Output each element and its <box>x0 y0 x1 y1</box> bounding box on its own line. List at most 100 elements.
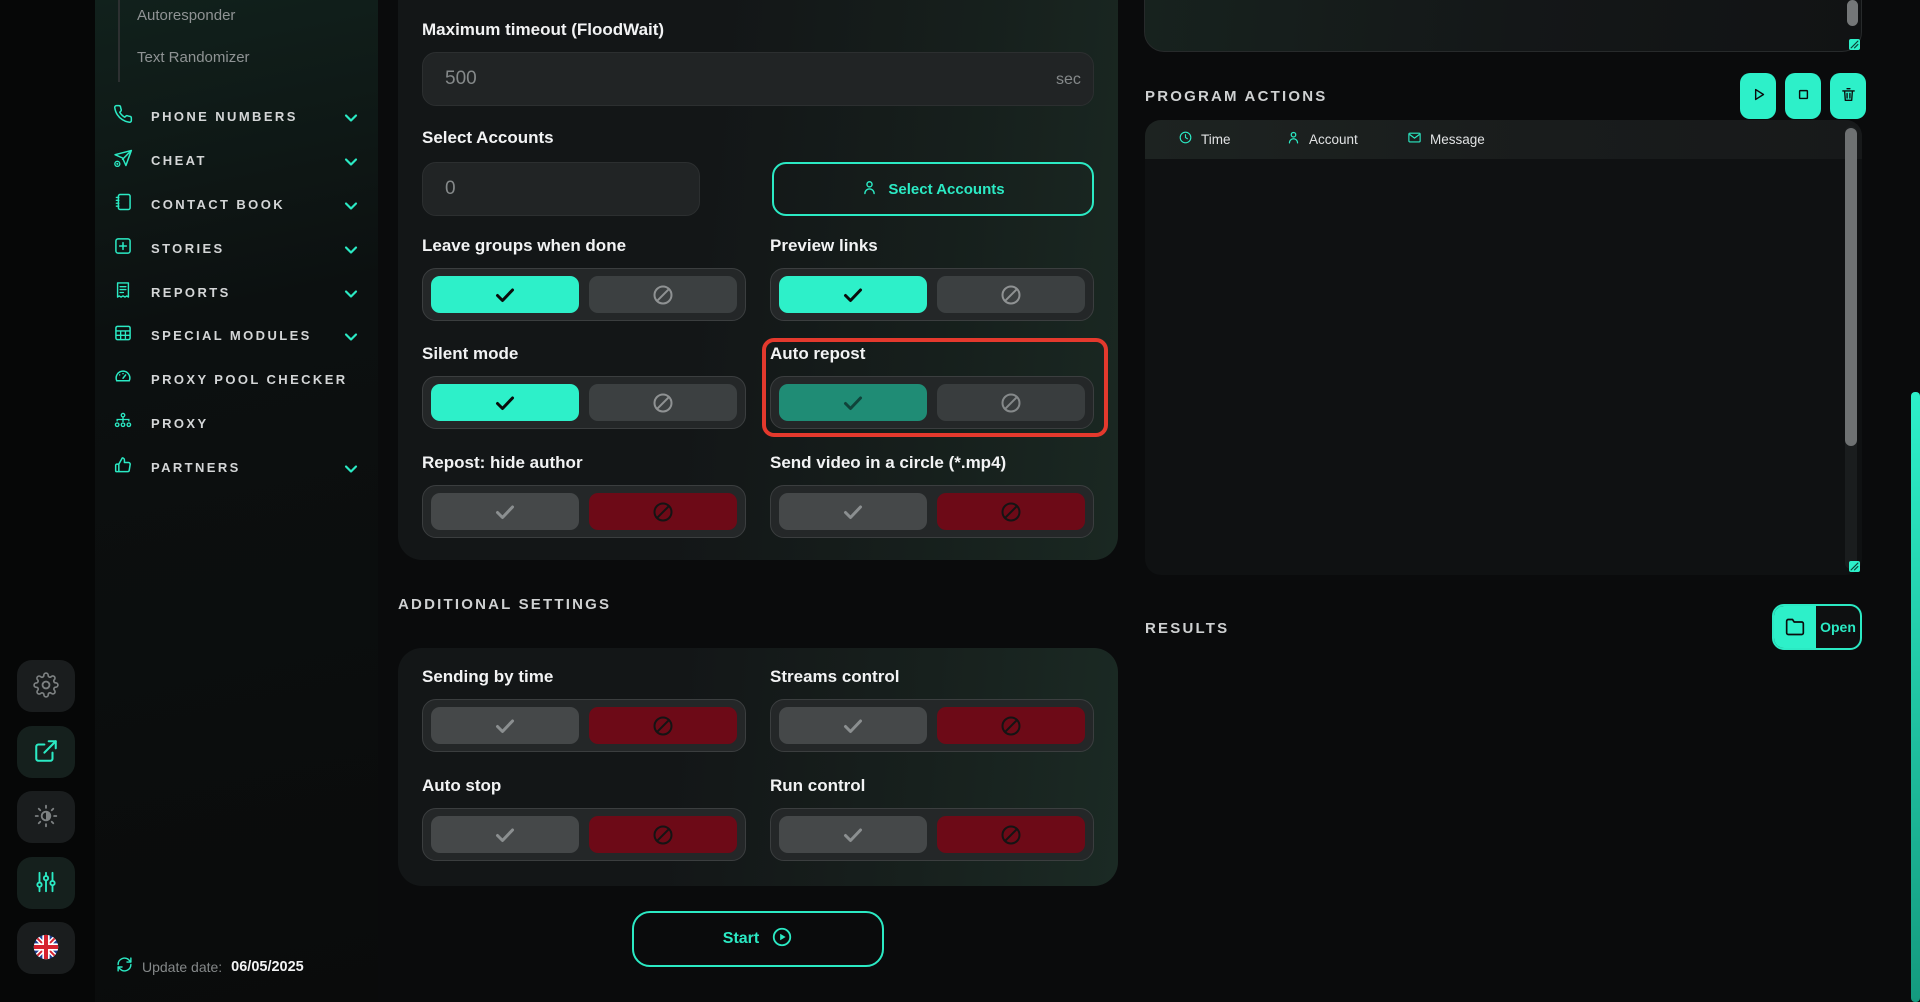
sidebar-item-proxy-pool-checker[interactable]: PROXY POOL CHECKER <box>113 357 365 401</box>
stop-icon <box>1795 86 1812 106</box>
toggle-no-button[interactable] <box>589 276 737 313</box>
column-header-time: Time <box>1178 120 1231 159</box>
toggle-yes-button[interactable] <box>779 816 927 853</box>
toggle-no-button[interactable] <box>937 816 1085 853</box>
update-date-value: 06/05/2025 <box>231 959 304 975</box>
submenu-indicator-line <box>118 0 120 82</box>
message-textarea[interactable] <box>1144 0 1862 52</box>
trash-icon <box>1840 86 1857 106</box>
toggle-yes-button[interactable] <box>431 384 579 421</box>
accounts-count-input[interactable] <box>422 162 700 216</box>
toggle-streams-control: Streams control <box>770 667 1094 752</box>
stop-actions-button[interactable] <box>1785 73 1821 119</box>
table-scrollbar-thumb[interactable] <box>1845 128 1857 446</box>
toggle-leave-groups: Leave groups when done <box>422 236 746 321</box>
table-header: Time Account Message <box>1145 120 1862 159</box>
paper-plane-icon <box>113 148 133 173</box>
toggle-no-button[interactable] <box>937 707 1085 744</box>
uk-flag-icon <box>33 934 59 963</box>
results-title: RESULTS <box>1145 620 1229 637</box>
additional-settings-title: ADDITIONAL SETTINGS <box>398 596 611 613</box>
message-icon <box>1407 130 1422 150</box>
play-icon <box>1750 86 1767 106</box>
gauge-icon <box>113 367 133 392</box>
run-actions-button[interactable] <box>1740 73 1776 119</box>
chevron-down-icon <box>341 459 357 475</box>
timeout-label: Maximum timeout (FloodWait) <box>422 20 664 40</box>
chevron-down-icon <box>341 152 357 168</box>
toggle-yes-button[interactable] <box>431 707 579 744</box>
toggle-repost-hide-author: Repost: hide author <box>422 453 746 538</box>
textarea-resize-grip[interactable] <box>1849 39 1860 50</box>
thumbs-up-icon <box>113 455 133 480</box>
toggle-yes-button[interactable] <box>779 707 927 744</box>
contact-book-icon <box>113 192 133 217</box>
toggle-yes-button[interactable] <box>431 493 579 530</box>
open-results-button[interactable]: Open <box>1772 604 1862 650</box>
special-modules-icon <box>113 323 133 348</box>
column-header-message: Message <box>1407 120 1485 159</box>
sidebar-subitem-autoresponder[interactable]: Autoresponder <box>137 7 235 24</box>
start-button[interactable]: Start <box>632 911 884 967</box>
sidebar-item-cheat[interactable]: CHEAT <box>113 138 365 182</box>
sidebar-item-contact-book[interactable]: CONTACT BOOK <box>113 182 365 226</box>
toggle-no-button[interactable] <box>937 276 1085 313</box>
update-date-row: Update date: 06/05/2025 <box>116 956 304 978</box>
timeout-input[interactable] <box>422 52 1094 106</box>
proxy-network-icon <box>113 411 133 436</box>
toggle-run-control: Run control <box>770 776 1094 861</box>
toggle-yes-button[interactable] <box>779 276 927 313</box>
toggle-send-video-circle: Send video in a circle (*.mp4) <box>770 453 1094 538</box>
external-link-icon <box>33 738 59 767</box>
update-date-label: Update date: <box>142 959 222 975</box>
toggle-yes-button[interactable] <box>431 816 579 853</box>
toggle-no-button[interactable] <box>937 384 1085 421</box>
toggle-no-button[interactable] <box>589 493 737 530</box>
toggle-yes-button[interactable] <box>779 493 927 530</box>
chevron-down-icon <box>341 284 357 300</box>
chevron-down-icon <box>341 240 357 256</box>
select-accounts-label: Select Accounts <box>422 128 554 148</box>
plus-square-icon <box>113 236 133 261</box>
preferences-rail-button[interactable] <box>17 857 75 909</box>
sidebar-item-partners[interactable]: PARTNERS <box>113 445 365 489</box>
table-resize-grip[interactable] <box>1849 561 1860 572</box>
sidebar: Autoresponder Text Randomizer PHONE NUMB… <box>95 0 378 1002</box>
column-header-account: Account <box>1286 120 1358 159</box>
select-accounts-button[interactable]: Select Accounts <box>772 162 1094 216</box>
toggle-yes-button[interactable] <box>779 384 927 421</box>
play-circle-icon <box>771 926 793 953</box>
refresh-icon <box>116 956 133 978</box>
external-link-rail-button[interactable] <box>17 726 75 778</box>
sidebar-item-proxy[interactable]: PROXY <box>113 401 365 445</box>
toggle-silent-mode: Silent mode <box>422 344 746 429</box>
language-rail-button[interactable] <box>17 922 75 974</box>
sidebar-item-phone-numbers[interactable]: PHONE NUMBERS <box>113 94 365 138</box>
clock-icon <box>1178 130 1193 150</box>
clear-actions-button[interactable] <box>1830 73 1866 119</box>
sidebar-item-stories[interactable]: STORIES <box>113 226 365 270</box>
toggle-auto-stop: Auto stop <box>422 776 746 861</box>
phone-icon <box>113 104 133 129</box>
sidebar-item-reports[interactable]: REPORTS <box>113 270 365 314</box>
program-actions-title: PROGRAM ACTIONS <box>1145 88 1327 105</box>
toggle-no-button[interactable] <box>589 384 737 421</box>
account-icon <box>1286 130 1301 150</box>
brightness-icon <box>33 803 59 832</box>
sidebar-item-special-modules[interactable]: SPECIAL MODULES <box>113 313 365 357</box>
sidebar-subitem-text-randomizer[interactable]: Text Randomizer <box>137 49 250 66</box>
program-actions-table: Time Account Message <box>1145 120 1862 575</box>
toggle-auto-repost: Auto repost <box>770 344 1094 429</box>
toggle-no-button[interactable] <box>937 493 1085 530</box>
toggle-no-button[interactable] <box>589 816 737 853</box>
toggle-sending-by-time: Sending by time <box>422 667 746 752</box>
chevron-down-icon <box>341 196 357 212</box>
toggle-no-button[interactable] <box>589 707 737 744</box>
toggle-yes-button[interactable] <box>431 276 579 313</box>
page-scrollbar-thumb[interactable] <box>1911 392 1920 1002</box>
textarea-scrollbar-thumb[interactable] <box>1847 0 1858 26</box>
settings-rail-button[interactable] <box>17 660 75 712</box>
theme-rail-button[interactable] <box>17 791 75 843</box>
gear-icon <box>33 672 59 701</box>
report-icon <box>113 280 133 305</box>
